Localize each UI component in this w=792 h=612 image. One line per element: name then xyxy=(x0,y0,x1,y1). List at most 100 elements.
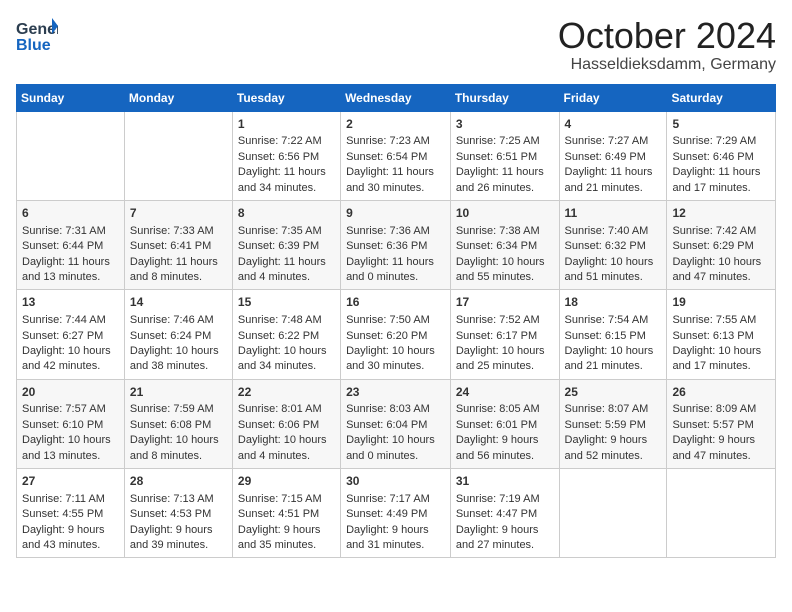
cell-info-line: Sunrise: 7:40 AM xyxy=(565,224,662,239)
calendar-title: October 2024 xyxy=(558,16,776,56)
day-number: 3 xyxy=(456,116,554,133)
weekday-header-tuesday: Tuesday xyxy=(232,84,340,111)
cell-info-line: and 8 minutes. xyxy=(130,270,227,285)
page-header: General Blue October 2024 Hasseldieksdam… xyxy=(16,16,776,74)
cell-info-line: Sunrise: 8:01 AM xyxy=(238,402,335,417)
calendar-week-row: 13Sunrise: 7:44 AMSunset: 6:27 PMDayligh… xyxy=(17,290,776,379)
cell-info-line: Sunset: 6:29 PM xyxy=(672,239,770,254)
cell-info-line: and 38 minutes. xyxy=(130,359,227,374)
calendar-cell: 13Sunrise: 7:44 AMSunset: 6:27 PMDayligh… xyxy=(17,290,125,379)
cell-info-line: and 34 minutes. xyxy=(238,181,335,196)
cell-info-line: Daylight: 10 hours xyxy=(565,344,662,359)
cell-info-line: Sunset: 6:04 PM xyxy=(346,418,445,433)
cell-info-line: and 51 minutes. xyxy=(565,270,662,285)
cell-info-line: Sunrise: 7:38 AM xyxy=(456,224,554,239)
day-number: 29 xyxy=(238,473,335,490)
cell-info-line: Sunrise: 7:15 AM xyxy=(238,492,335,507)
cell-info-line: and 21 minutes. xyxy=(565,359,662,374)
day-number: 2 xyxy=(346,116,445,133)
cell-info-line: and 35 minutes. xyxy=(238,538,335,553)
cell-info-line: Sunset: 6:13 PM xyxy=(672,329,770,344)
cell-info-line: Sunset: 6:10 PM xyxy=(22,418,119,433)
calendar-cell: 27Sunrise: 7:11 AMSunset: 4:55 PMDayligh… xyxy=(17,469,125,558)
weekday-header-saturday: Saturday xyxy=(667,84,776,111)
day-number: 6 xyxy=(22,205,119,222)
cell-info-line: and 21 minutes. xyxy=(565,181,662,196)
calendar-cell xyxy=(667,469,776,558)
cell-info-line: Sunset: 6:20 PM xyxy=(346,329,445,344)
cell-info-line: Daylight: 9 hours xyxy=(456,433,554,448)
calendar-week-row: 20Sunrise: 7:57 AMSunset: 6:10 PMDayligh… xyxy=(17,379,776,468)
day-number: 27 xyxy=(22,473,119,490)
calendar-cell: 28Sunrise: 7:13 AMSunset: 4:53 PMDayligh… xyxy=(124,469,232,558)
calendar-cell: 10Sunrise: 7:38 AMSunset: 6:34 PMDayligh… xyxy=(450,200,559,289)
cell-info-line: Sunrise: 7:59 AM xyxy=(130,402,227,417)
cell-info-line: Sunrise: 7:13 AM xyxy=(130,492,227,507)
cell-info-line: Daylight: 10 hours xyxy=(22,344,119,359)
cell-info-line: Sunset: 6:39 PM xyxy=(238,239,335,254)
cell-info-line: Sunrise: 8:05 AM xyxy=(456,402,554,417)
calendar-cell: 18Sunrise: 7:54 AMSunset: 6:15 PMDayligh… xyxy=(559,290,667,379)
cell-info-line: Sunset: 5:57 PM xyxy=(672,418,770,433)
cell-info-line: Sunset: 4:47 PM xyxy=(456,507,554,522)
calendar-cell: 14Sunrise: 7:46 AMSunset: 6:24 PMDayligh… xyxy=(124,290,232,379)
day-number: 4 xyxy=(565,116,662,133)
cell-info-line: Sunrise: 7:11 AM xyxy=(22,492,119,507)
cell-info-line: Daylight: 10 hours xyxy=(565,255,662,270)
day-number: 30 xyxy=(346,473,445,490)
day-number: 18 xyxy=(565,294,662,311)
cell-info-line: Daylight: 9 hours xyxy=(672,433,770,448)
cell-info-line: Sunrise: 7:42 AM xyxy=(672,224,770,239)
weekday-header-wednesday: Wednesday xyxy=(341,84,451,111)
cell-info-line: and 42 minutes. xyxy=(22,359,119,374)
calendar-cell: 11Sunrise: 7:40 AMSunset: 6:32 PMDayligh… xyxy=(559,200,667,289)
cell-info-line: and 55 minutes. xyxy=(456,270,554,285)
cell-info-line: Daylight: 11 hours xyxy=(22,255,119,270)
cell-info-line: Sunset: 6:34 PM xyxy=(456,239,554,254)
cell-info-line: and 4 minutes. xyxy=(238,270,335,285)
day-number: 24 xyxy=(456,384,554,401)
cell-info-line: and 17 minutes. xyxy=(672,181,770,196)
day-number: 21 xyxy=(130,384,227,401)
day-number: 9 xyxy=(346,205,445,222)
day-number: 8 xyxy=(238,205,335,222)
cell-info-line: Sunrise: 7:25 AM xyxy=(456,134,554,149)
cell-info-line: Daylight: 9 hours xyxy=(456,523,554,538)
cell-info-line: Sunrise: 7:19 AM xyxy=(456,492,554,507)
day-number: 17 xyxy=(456,294,554,311)
calendar-cell: 23Sunrise: 8:03 AMSunset: 6:04 PMDayligh… xyxy=(341,379,451,468)
cell-info-line: Sunrise: 7:44 AM xyxy=(22,313,119,328)
cell-info-line: Daylight: 9 hours xyxy=(346,523,445,538)
calendar-cell: 8Sunrise: 7:35 AMSunset: 6:39 PMDaylight… xyxy=(232,200,340,289)
weekday-header-monday: Monday xyxy=(124,84,232,111)
cell-info-line: Sunset: 6:08 PM xyxy=(130,418,227,433)
cell-info-line: Daylight: 10 hours xyxy=(238,433,335,448)
day-number: 20 xyxy=(22,384,119,401)
cell-info-line: Sunrise: 7:50 AM xyxy=(346,313,445,328)
cell-info-line: Daylight: 11 hours xyxy=(346,255,445,270)
calendar-subtitle: Hasseldieksdamm, Germany xyxy=(558,56,776,74)
cell-info-line: and 56 minutes. xyxy=(456,449,554,464)
calendar-week-row: 6Sunrise: 7:31 AMSunset: 6:44 PMDaylight… xyxy=(17,200,776,289)
calendar-cell: 4Sunrise: 7:27 AMSunset: 6:49 PMDaylight… xyxy=(559,111,667,200)
day-number: 25 xyxy=(565,384,662,401)
cell-info-line: and 0 minutes. xyxy=(346,270,445,285)
calendar-cell: 31Sunrise: 7:19 AMSunset: 4:47 PMDayligh… xyxy=(450,469,559,558)
cell-info-line: Sunrise: 7:36 AM xyxy=(346,224,445,239)
day-number: 15 xyxy=(238,294,335,311)
calendar-cell xyxy=(17,111,125,200)
cell-info-line: Daylight: 11 hours xyxy=(130,255,227,270)
cell-info-line: Daylight: 9 hours xyxy=(22,523,119,538)
calendar-table: SundayMondayTuesdayWednesdayThursdayFrid… xyxy=(16,84,776,559)
cell-info-line: Sunset: 6:06 PM xyxy=(238,418,335,433)
day-number: 13 xyxy=(22,294,119,311)
cell-info-line: and 34 minutes. xyxy=(238,359,335,374)
cell-info-line: Sunrise: 7:27 AM xyxy=(565,134,662,149)
cell-info-line: Daylight: 10 hours xyxy=(456,255,554,270)
cell-info-line: Daylight: 9 hours xyxy=(130,523,227,538)
calendar-cell: 26Sunrise: 8:09 AMSunset: 5:57 PMDayligh… xyxy=(667,379,776,468)
cell-info-line: Daylight: 10 hours xyxy=(346,433,445,448)
cell-info-line: Daylight: 9 hours xyxy=(238,523,335,538)
cell-info-line: Daylight: 10 hours xyxy=(672,255,770,270)
weekday-header-row: SundayMondayTuesdayWednesdayThursdayFrid… xyxy=(17,84,776,111)
